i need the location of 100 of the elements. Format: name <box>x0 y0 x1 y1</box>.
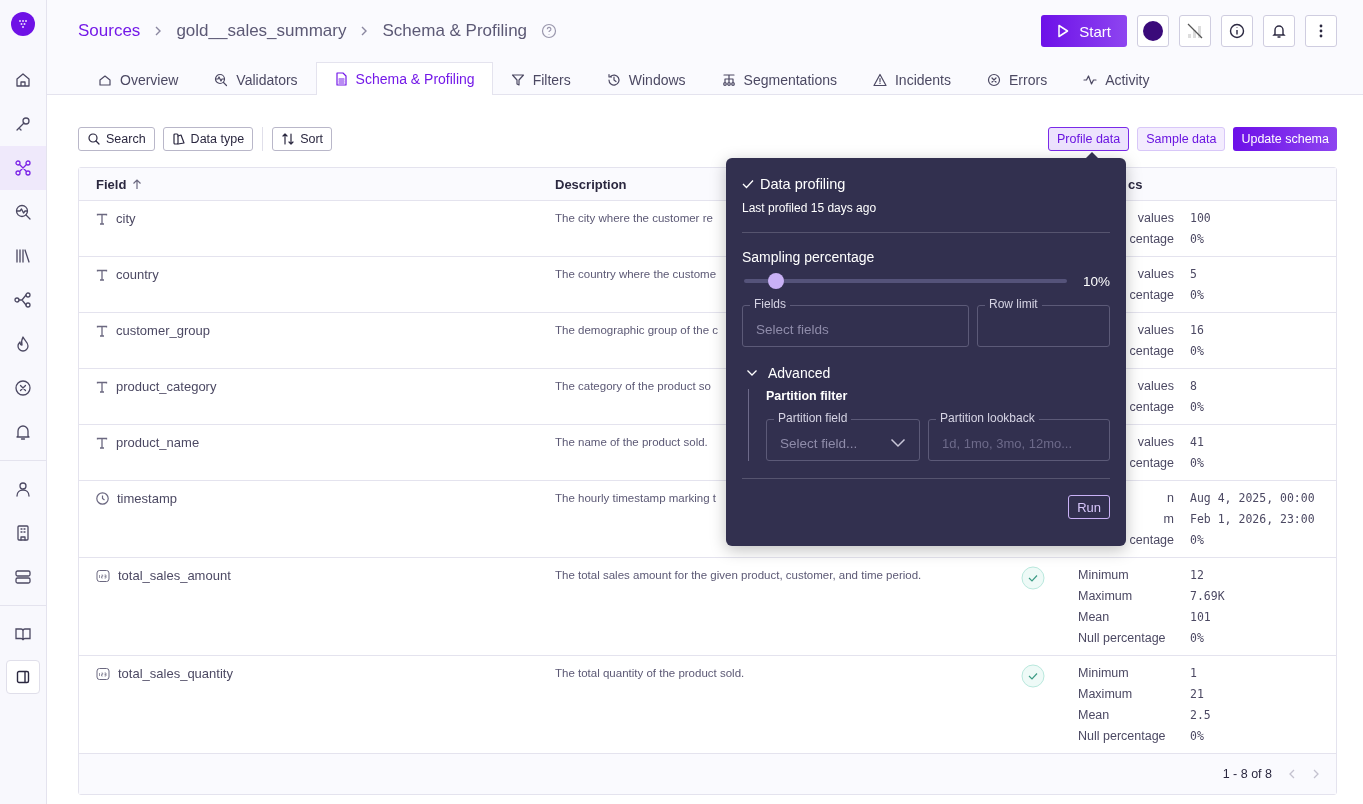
field-name: product_name <box>116 435 200 450</box>
server-icon <box>14 568 32 586</box>
chevron-icon <box>746 369 758 377</box>
stat-value: 16 <box>1190 322 1204 339</box>
action-button[interactable]: Sample data <box>1137 127 1226 151</box>
sort-icon <box>281 132 296 146</box>
nodes-icon <box>14 159 32 177</box>
action-button[interactable]: Profile data <box>1048 127 1130 151</box>
stat-value: 0% <box>1190 728 1204 745</box>
tab[interactable]: Errors <box>969 63 1066 95</box>
notifications-button[interactable] <box>1263 15 1295 47</box>
help-icon[interactable] <box>541 23 558 39</box>
field-description: The total quantity of the product sold. <box>555 667 745 679</box>
stat-label: centage <box>1129 399 1175 416</box>
field-description: The country where the custome <box>555 268 717 280</box>
stat-value: Feb 1, 2026, 23:00 <box>1190 511 1315 528</box>
text-type-icon <box>96 324 108 337</box>
bell-icon <box>1271 23 1287 39</box>
tab[interactable]: Activity <box>1065 63 1168 95</box>
home-icon <box>14 71 32 89</box>
stat-value: 0% <box>1190 231 1204 248</box>
slider-label: Sampling percentage <box>742 249 876 265</box>
tab[interactable]: Validators <box>196 63 316 95</box>
status-dot-icon <box>1143 21 1163 41</box>
building-icon <box>14 524 32 542</box>
chevron-right-icon <box>154 25 163 37</box>
action-button[interactable]: Update schema <box>1233 127 1337 151</box>
info-button[interactable] <box>1221 15 1253 47</box>
book-stack-icon <box>171 132 186 146</box>
activity-icon <box>1083 72 1098 87</box>
field-name: total_sales_amount <box>118 568 231 583</box>
column-header[interactable]: Field <box>96 176 127 192</box>
close-circle-icon <box>14 379 32 397</box>
stat-value: 0% <box>1190 343 1204 360</box>
slider-thumb[interactable] <box>768 273 785 289</box>
document-icon <box>333 72 348 86</box>
popover-subtitle: Last profiled 15 days ago <box>742 201 878 215</box>
stat-label: Minimum <box>1078 665 1129 682</box>
partition-field-select[interactable]: Partition field Select field... <box>766 411 920 461</box>
key-icon <box>14 115 32 133</box>
stat-value: 101 <box>1190 609 1211 626</box>
info-icon <box>1229 23 1245 39</box>
tab[interactable]: Schema & Profiling <box>315 62 493 95</box>
tab[interactable]: Filters <box>492 63 589 95</box>
slider-value: 10% <box>1082 273 1110 289</box>
field-description: The category of the product so <box>555 380 711 392</box>
filter-button[interactable]: Sort <box>272 127 333 151</box>
stat-label: Mean <box>1078 609 1110 626</box>
start-button[interactable]: Start <box>1041 15 1127 47</box>
partition-lookback-input[interactable]: Partition lookback 1d, 1mo, 3mo, 12mo... <box>928 411 1110 461</box>
stat-label: centage <box>1129 287 1175 304</box>
tab[interactable]: Windows <box>588 63 704 95</box>
stat-label: n <box>1167 490 1175 507</box>
sidebar-panel-icon <box>16 670 30 684</box>
tab[interactable]: Overview <box>80 63 197 95</box>
fields-select[interactable]: Fields Select fields <box>742 297 969 347</box>
check-icon <box>742 179 754 189</box>
field-name: customer_group <box>116 323 210 338</box>
sidebar-item[interactable] <box>0 146 46 190</box>
stat-label: values <box>1137 210 1175 227</box>
run-button[interactable]: Run <box>1068 495 1110 519</box>
breadcrumb-link[interactable]: Sources <box>78 21 141 41</box>
breadcrumb-item: gold__sales_summary <box>176 21 347 41</box>
signal-button[interactable] <box>1179 15 1211 47</box>
chevron-down-icon <box>890 438 906 448</box>
stat-value: 2.5 <box>1190 707 1211 724</box>
user-icon <box>14 480 32 498</box>
logo-icon[interactable] <box>11 12 35 36</box>
bell-icon <box>14 423 32 441</box>
text-type-icon <box>96 436 108 449</box>
stat-label: centage <box>1129 231 1175 248</box>
section-title: Partition filter <box>766 389 849 403</box>
sampling-slider[interactable] <box>744 273 1067 289</box>
panel-toggle-button[interactable] <box>6 660 40 694</box>
stat-label: values <box>1137 434 1175 451</box>
chevron-right-icon <box>360 25 369 37</box>
stat-value: 0% <box>1190 532 1204 549</box>
field-description: The name of the product sold. <box>555 436 708 448</box>
book-icon <box>14 625 32 643</box>
text-type-icon <box>96 212 108 225</box>
flame-icon <box>14 335 32 353</box>
advanced-toggle[interactable]: Advanced <box>742 365 1110 381</box>
number-type-icon <box>96 666 110 681</box>
stat-value: 41 <box>1190 434 1204 451</box>
filter-icon <box>510 72 525 87</box>
row-limit-input[interactable]: Row limit <box>977 297 1110 347</box>
status-button[interactable] <box>1137 15 1169 47</box>
sort-up-icon[interactable] <box>132 178 143 190</box>
text-type-icon <box>96 380 108 393</box>
search-pulse-icon <box>214 72 229 87</box>
filter-button[interactable]: Search <box>78 127 155 151</box>
filter-button[interactable]: Data type <box>162 127 254 151</box>
share-icon <box>14 291 32 309</box>
breadcrumb-item: Schema & Profiling <box>382 21 528 41</box>
tab[interactable]: Segmentations <box>703 63 855 95</box>
field-description: The demographic group of the c <box>555 324 719 336</box>
tab[interactable]: Incidents <box>854 63 969 95</box>
stat-value: 0% <box>1190 399 1204 416</box>
field-name: country <box>116 267 159 282</box>
stat-label: m <box>1163 511 1175 528</box>
